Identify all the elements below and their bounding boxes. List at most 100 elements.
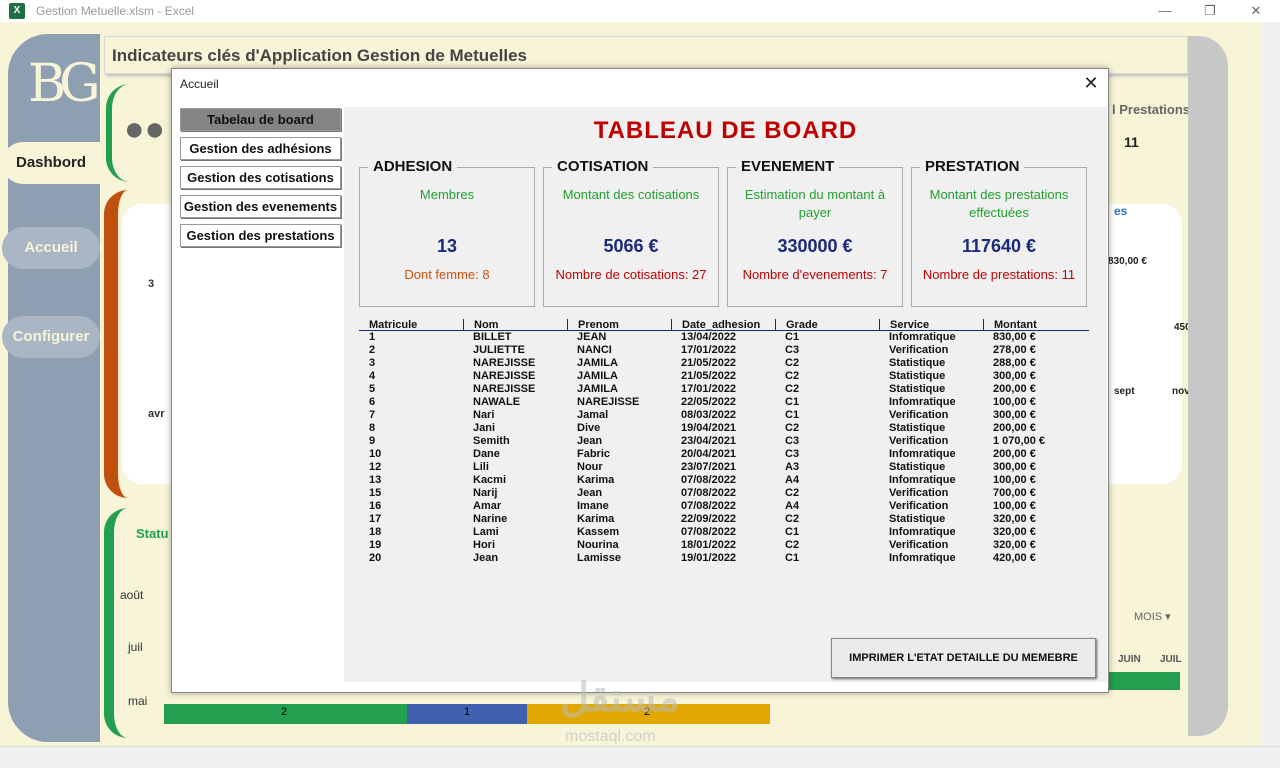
cell-matricule: 2 xyxy=(369,344,376,356)
table-row[interactable]: 18 Lami Kassem 07/08/2022 C1 Infomratique 320,… xyxy=(359,526,1089,539)
dialog-title: Accueil xyxy=(180,77,219,91)
print-member-button[interactable]: IMPRIMER L'ETAT DETAILLE DU MEMEBRE xyxy=(831,638,1096,678)
cell-nom: NAWALE xyxy=(473,396,521,408)
cell-date-adhesion: 07/08/2022 xyxy=(681,500,737,512)
right-chart-label-1: 830,00 € xyxy=(1108,256,1147,267)
menu-tableau-de-board[interactable]: Tabelau de board xyxy=(180,108,341,131)
cell-grade: C1 xyxy=(785,409,800,421)
cell-nom: Amar xyxy=(473,500,502,512)
table-row[interactable]: 13 Kacmi Karima 07/08/2022 A4 Infomratique 100… xyxy=(359,474,1089,487)
menu-gestion-cotisations[interactable]: Gestion des cotisations xyxy=(180,166,341,189)
table-row[interactable]: 4 NAREJISSE JAMILA 21/05/2022 C2 Statistique 3… xyxy=(359,370,1089,383)
cell-date-adhesion: 18/01/2022 xyxy=(681,539,737,551)
cell-montant: 200,00 € xyxy=(993,383,1036,395)
cell-prenom: NAREJISSE xyxy=(577,396,640,408)
kpi-adhesion: ADHESION Membres 13 Dont femme: 8 xyxy=(359,158,535,307)
cell-service: Infomratique xyxy=(889,448,956,460)
table-row[interactable]: 5 NAREJISSE JAMILA 17/01/2022 C2 Statistique 2… xyxy=(359,383,1089,396)
cell-service: Verification xyxy=(889,409,949,421)
mois-filter[interactable]: MOIS ▾ xyxy=(1134,610,1171,623)
cell-nom: Narij xyxy=(473,487,498,499)
restore-icon[interactable]: ❐ xyxy=(1200,2,1220,20)
status-title: Statu xyxy=(136,526,169,541)
nav-accueil[interactable]: Accueil xyxy=(2,227,100,269)
cell-matricule: 15 xyxy=(369,487,382,499)
cell-montant: 288,00 € xyxy=(993,357,1036,369)
cell-grade: C3 xyxy=(785,435,800,447)
table-row[interactable]: 6 NAWALE NAREJISSE 22/05/2022 C1 Infomratique… xyxy=(359,396,1089,409)
cell-nom: NAREJISSE xyxy=(473,370,536,382)
cell-nom: BILLET xyxy=(473,331,512,343)
cell-montant: 100,00 € xyxy=(993,500,1036,512)
table-row[interactable]: 16 Amar Imane 07/08/2022 A4 Verification 100,0… xyxy=(359,500,1089,513)
cell-nom: Lami xyxy=(473,526,499,538)
cell-nom: Hori xyxy=(473,539,495,551)
cell-nom: Nari xyxy=(473,409,495,421)
cell-service: Statistique xyxy=(889,513,946,525)
cell-prenom: Jean xyxy=(577,487,603,499)
cell-grade: C2 xyxy=(785,487,800,499)
table-row[interactable]: 20 Jean Lamisse 19/01/2022 C1 Infomratique 420… xyxy=(359,552,1089,565)
cell-date-adhesion: 23/07/2021 xyxy=(681,461,737,473)
close-icon[interactable]: ✕ xyxy=(1080,72,1102,94)
table-row[interactable]: 3 NAREJISSE JAMILA 21/05/2022 C2 Statistique 2… xyxy=(359,357,1089,370)
table-row[interactable]: 7 Nari Jamal 08/03/2022 C1 Verification 300,00… xyxy=(359,409,1089,422)
close-window-icon[interactable]: ✕ xyxy=(1246,2,1266,20)
prestations-card-label: l Prestations xyxy=(1112,102,1191,117)
kpi-label: Estimation du montant à payer xyxy=(744,187,886,220)
table-row[interactable]: 12 Lili Nour 23/07/2021 A3 Statistique 300,00 … xyxy=(359,461,1089,474)
menu-gestion-adhesions[interactable]: Gestion des adhésions xyxy=(180,137,341,160)
cell-matricule: 1 xyxy=(369,331,376,343)
table-row[interactable]: 9 Semith Jean 23/04/2021 C3 Verification 1 070… xyxy=(359,435,1089,448)
cell-prenom: Jean xyxy=(577,435,603,447)
minimize-icon[interactable]: — xyxy=(1155,2,1175,20)
table-row[interactable]: 19 Hori Nourina 18/01/2022 C2 Verification 320… xyxy=(359,539,1089,552)
cell-date-adhesion: 20/04/2021 xyxy=(681,448,737,460)
left-chart-label: 3 xyxy=(148,278,155,290)
table-body: 1 BILLET JEAN 13/04/2022 C1 Infomratique 830,0… xyxy=(359,331,1089,565)
nav-configurer[interactable]: Configurer xyxy=(2,316,100,358)
table-row[interactable]: 17 Narine Karima 22/09/2022 C2 Statistique 320… xyxy=(359,513,1089,526)
nav-dashbord[interactable]: Dashbord xyxy=(2,142,100,184)
users-icon: ●● xyxy=(124,110,166,148)
cell-date-adhesion: 07/08/2022 xyxy=(681,526,737,538)
table-row[interactable]: 15 Narij Jean 07/08/2022 C2 Verification 700,0… xyxy=(359,487,1089,500)
cell-nom: JULIETTE xyxy=(473,344,525,356)
cell-date-adhesion: 17/01/2022 xyxy=(681,383,737,395)
cell-grade: C3 xyxy=(785,344,800,356)
cell-grade: C1 xyxy=(785,552,800,564)
horizontal-scrollbar[interactable] xyxy=(0,746,1280,768)
members-table[interactable]: Matricule Nom Prenom Date_adhesion Grade… xyxy=(359,319,1089,565)
col-nom: Nom xyxy=(463,319,498,331)
kpi-title: EVENEMENT xyxy=(736,158,840,175)
cell-grade: C2 xyxy=(785,383,800,395)
window-title: Gestion Metuelle.xlsm - Excel xyxy=(36,4,195,18)
cell-montant: 278,00 € xyxy=(993,344,1036,356)
table-row[interactable]: 2 JULIETTE NANCI 17/01/2022 C3 Verification 27… xyxy=(359,344,1089,357)
cell-date-adhesion: 22/05/2022 xyxy=(681,396,737,408)
cell-montant: 320,00 € xyxy=(993,526,1036,538)
kpi-subtext: Nombre de prestations: 11 xyxy=(922,267,1076,282)
menu-gestion-prestations[interactable]: Gestion des prestations xyxy=(180,224,341,247)
kpi-label: Montant des prestations effectuées xyxy=(929,187,1069,220)
cell-date-adhesion: 17/01/2022 xyxy=(681,344,737,356)
cell-prenom: JAMILA xyxy=(577,370,618,382)
col-prenom: Prenom xyxy=(567,319,619,331)
cell-grade: C1 xyxy=(785,396,800,408)
menu-gestion-evenements[interactable]: Gestion des evenements xyxy=(180,195,341,218)
cell-montant: 320,00 € xyxy=(993,513,1036,525)
table-row[interactable]: 1 BILLET JEAN 13/04/2022 C1 Infomratique 830,0… xyxy=(359,331,1089,344)
cell-service: Infomratique xyxy=(889,474,956,486)
table-row[interactable]: 10 Dane Fabric 20/04/2021 C3 Infomratique 200,… xyxy=(359,448,1089,461)
vertical-scrollbar[interactable] xyxy=(1262,22,1280,746)
cell-date-adhesion: 22/09/2022 xyxy=(681,513,737,525)
table-row[interactable]: 8 Jani Dive 19/04/2021 C2 Statistique 200,00 € xyxy=(359,422,1089,435)
cell-date-adhesion: 07/08/2022 xyxy=(681,487,737,499)
col-date-adhesion: Date_adhesion xyxy=(671,319,760,331)
cell-montant: 200,00 € xyxy=(993,422,1036,434)
cell-matricule: 5 xyxy=(369,383,376,395)
prestations-card-value: 11 xyxy=(1124,134,1139,150)
cell-grade: C2 xyxy=(785,539,800,551)
cell-nom: Narine xyxy=(473,513,508,525)
cell-prenom: Nour xyxy=(577,461,603,473)
